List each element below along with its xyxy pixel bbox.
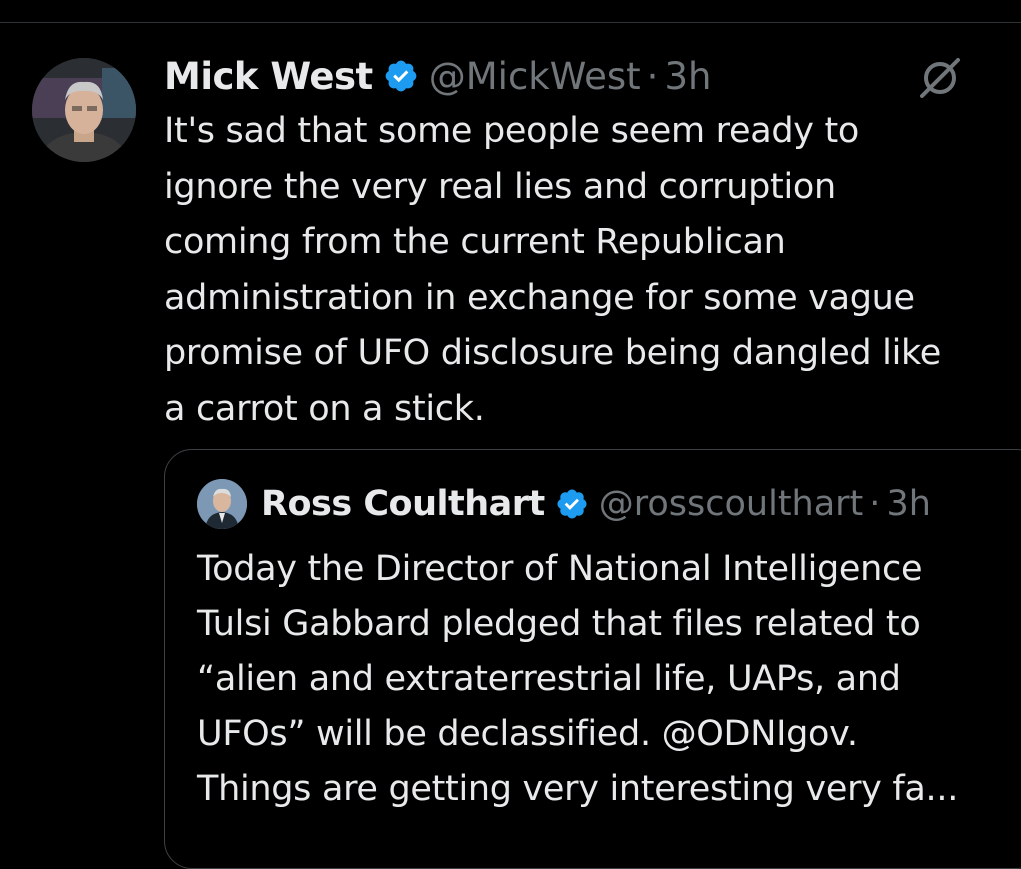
- verified-badge-icon[interactable]: [555, 487, 589, 521]
- author-avatar[interactable]: [32, 58, 136, 162]
- tweet-header: Mick West @MickWest · 3h: [164, 52, 711, 100]
- quoted-author-name[interactable]: Ross Coulthart: [261, 484, 545, 524]
- quoted-author-avatar[interactable]: [197, 479, 247, 529]
- author-name[interactable]: Mick West: [164, 55, 373, 98]
- quoted-tweet-header: Ross Coulthart @rosscoulthart · 3h: [261, 480, 931, 528]
- quoted-tweet-card[interactable]: Ross Coulthart @rosscoulthart · 3h Today…: [164, 449, 1021, 869]
- quoted-header-separator: ·: [869, 484, 881, 524]
- quoted-timestamp[interactable]: 3h: [886, 484, 930, 524]
- tweet-text: It's sad that some people seem ready to …: [164, 111, 941, 429]
- avatar-photo: [197, 479, 247, 529]
- quoted-author-handle[interactable]: @rosscoulthart: [599, 484, 864, 524]
- verified-badge-icon[interactable]: [383, 58, 419, 94]
- author-handle[interactable]: @MickWest: [429, 55, 641, 98]
- timestamp[interactable]: 3h: [664, 55, 711, 98]
- header-separator: ·: [646, 54, 659, 98]
- grok-icon[interactable]: [916, 56, 964, 100]
- avatar-photo: [32, 58, 136, 162]
- quoted-tweet-text: Today the Director of National Intellige…: [197, 549, 959, 809]
- top-divider: [0, 22, 1021, 23]
